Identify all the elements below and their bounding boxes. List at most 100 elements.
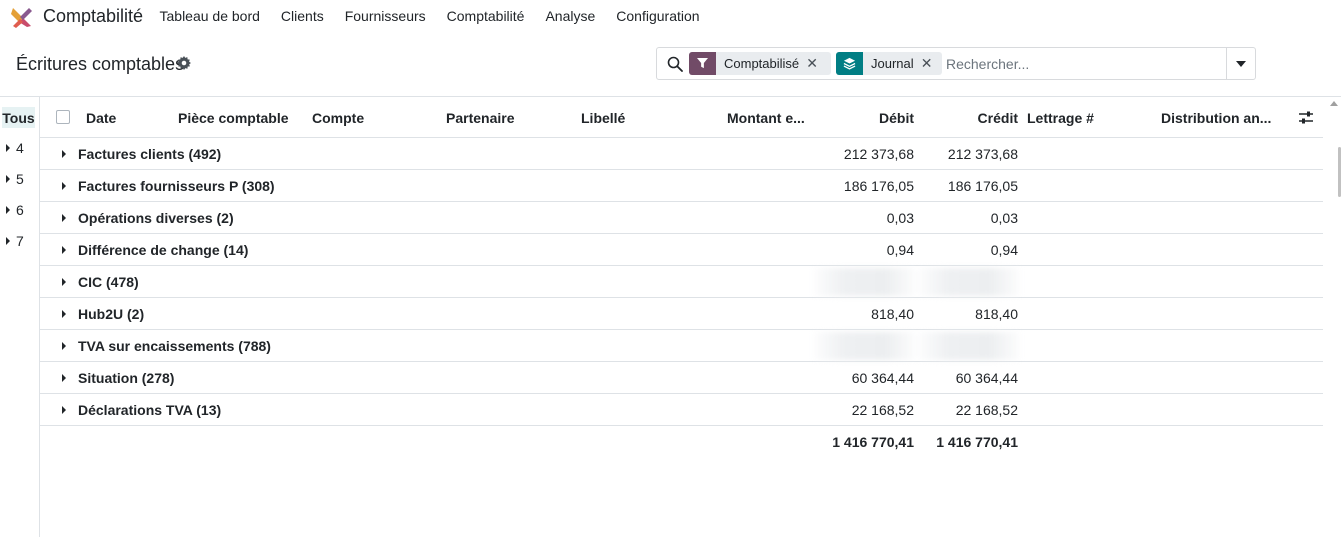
search-icon[interactable] [667,56,683,72]
accounting-app-icon[interactable] [10,6,34,28]
group-credit: 0,03 [990,210,1018,226]
sidepanel-item-label: 4 [16,140,24,156]
group-row[interactable]: CIC (478) [40,266,1323,298]
table-totals-row: 1 416 770,41 1 416 770,41 [40,434,1323,454]
group-credit: 0,94 [990,242,1018,258]
column-libelle[interactable]: Libellé [581,110,625,126]
column-compte[interactable]: Compte [312,110,364,126]
group-credit: 22 168,52 [955,402,1018,418]
group-row[interactable]: TVA sur encaissements (788) [40,330,1323,362]
close-icon[interactable]: ✕ [914,52,940,75]
group-debit: 818,40 [871,306,914,322]
menu-fournisseurs[interactable]: Fournisseurs [334,8,436,24]
caret-right-icon [6,237,10,245]
optional-columns-icon[interactable] [1298,110,1314,126]
caret-right-icon [6,206,10,214]
group-row[interactable]: Hub2U (2) 818,40 818,40 [40,298,1323,330]
page-title: Écritures comptables [16,54,185,74]
group-name: Hub2U (2) [78,306,145,322]
sidepanel-item-label: 7 [16,233,24,249]
group-debit: 0,94 [886,242,914,258]
caret-right-icon [6,175,10,183]
group-name: Situation (278) [78,370,175,386]
blurred-debit [814,332,916,360]
group-name: Différence de change (14) [78,242,249,258]
group-debit: 186 176,05 [843,178,914,194]
column-debit[interactable]: Débit [879,110,914,126]
column-credit[interactable]: Crédit [978,110,1018,126]
group-name: Factures clients (492) [78,146,222,162]
gear-icon[interactable] [177,56,191,70]
group-name: CIC (478) [78,274,139,290]
group-name: TVA sur encaissements (788) [78,338,271,354]
group-row[interactable]: Factures clients (492) 212 373,68 212 37… [40,138,1323,170]
group-row[interactable]: Factures fournisseurs P (308) 186 176,05… [40,170,1323,202]
table-header: Date Pièce comptable Compte Partenaire L… [40,97,1323,138]
caret-down-icon [1236,60,1246,67]
vertical-scrollbar[interactable] [1327,97,1341,537]
menu-analyse[interactable]: Analyse [535,8,606,24]
group-name: Factures fournisseurs P (308) [78,178,275,194]
caret-right-icon [6,144,10,152]
search-input[interactable] [946,53,1221,74]
app-name[interactable]: Comptabilité [43,6,143,27]
group-debit: 0,03 [886,210,914,226]
facet-label: Journal [871,56,914,71]
facet-journal: Journal ✕ [836,52,942,75]
caret-right-icon [62,310,66,318]
group-row[interactable]: Différence de change (14) 0,94 0,94 [40,234,1323,266]
sidepanel-item[interactable]: 5 [6,171,24,187]
caret-right-icon [62,342,66,350]
column-partenaire[interactable]: Partenaire [446,110,514,126]
sidepanel-item[interactable]: 6 [6,202,24,218]
facet-comptabilise: Comptabilisé ✕ [689,52,831,75]
scroll-up-icon[interactable] [1330,101,1338,106]
group-credit: 818,40 [975,306,1018,322]
side-panel: Tous 4 5 6 7 [0,97,40,537]
total-credit: 1 416 770,41 [936,434,1018,450]
column-montant[interactable]: Montant e... [727,110,805,126]
group-row[interactable]: Opérations diverses (2) 0,03 0,03 [40,202,1323,234]
filter-icon [689,52,716,75]
caret-right-icon [62,182,66,190]
top-navbar: Comptabilité Tableau de bord Clients Fou… [0,0,1341,34]
group-credit: 186 176,05 [947,178,1018,194]
group-debit: 60 364,44 [851,370,914,386]
sidepanel-item-label: 6 [16,202,24,218]
main-menu: Tableau de bord Clients Fournisseurs Com… [149,8,710,24]
sidepanel-item[interactable]: 7 [6,233,24,249]
layers-icon [836,52,863,75]
total-debit: 1 416 770,41 [832,434,914,450]
caret-right-icon [62,246,66,254]
blurred-debit [814,268,916,296]
caret-right-icon [62,278,66,286]
facet-label: Comptabilisé [724,56,800,71]
column-lettrage[interactable]: Lettrage # [1027,110,1094,126]
caret-right-icon [62,374,66,382]
group-row[interactable]: Situation (278) 60 364,44 60 364,44 [40,362,1323,394]
menu-configuration[interactable]: Configuration [606,8,710,24]
group-credit: 60 364,44 [955,370,1018,386]
caret-right-icon [62,150,66,158]
group-credit: 212 373,68 [947,146,1018,162]
close-icon[interactable]: ✕ [799,52,825,75]
column-piece-comptable[interactable]: Pièce comptable [178,110,289,126]
blurred-credit [918,332,1020,360]
select-all-checkbox[interactable] [56,110,70,124]
group-row[interactable]: Déclarations TVA (13) 22 168,52 22 168,5… [40,394,1323,426]
group-debit: 22 168,52 [851,402,914,418]
column-date[interactable]: Date [86,110,116,126]
sidepanel-item[interactable]: 4 [6,140,24,156]
menu-tableau-de-bord[interactable]: Tableau de bord [149,8,270,24]
search-options-toggle[interactable] [1226,48,1255,79]
sidepanel-all[interactable]: Tous [2,107,35,128]
sidepanel-item-label: 5 [16,171,24,187]
menu-clients[interactable]: Clients [270,8,334,24]
column-distribution-analytique[interactable]: Distribution an... [1161,110,1271,126]
search-bar: Comptabilisé ✕ Journal ✕ [656,47,1256,80]
caret-right-icon [62,406,66,414]
group-debit: 212 373,68 [843,146,914,162]
group-name: Opérations diverses (2) [78,210,234,226]
menu-comptabilite[interactable]: Comptabilité [436,8,535,24]
group-name: Déclarations TVA (13) [78,402,222,418]
